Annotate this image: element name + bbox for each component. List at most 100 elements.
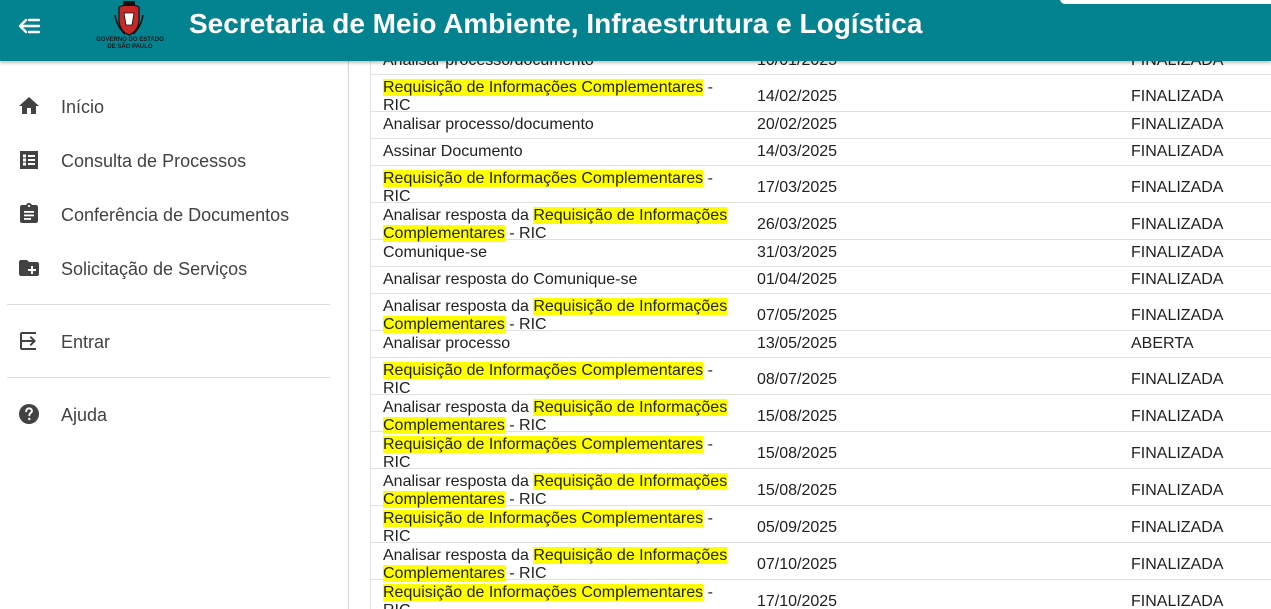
task-name-cell: Analisar processo [383,335,743,353]
task-name-cell: Requisição de Informações Complementares… [383,436,743,472]
table-row: Assinar Documento 14/03/2025 FINALIZADA [371,139,1271,166]
menu-collapse-icon[interactable] [15,13,43,39]
task-date-cell: 15/08/2025 [757,445,838,462]
process-tasks-panel[interactable]: Analisar processo/documento 10/01/2025 FIN… [349,61,1271,609]
task-text: Assinar Documento [383,143,523,160]
sidebar-item-solicitacao-servicos[interactable]: Solicitação de Serviços [0,248,349,288]
task-name-cell: Requisição de Informações Complementares… [383,584,743,609]
task-text: Analisar processo/documento [383,61,594,69]
logo-text-line1: GOVERNO DO ESTADO [96,37,164,43]
header-search-box[interactable] [1060,0,1271,4]
task-name-cell: Analisar resposta do Comunique-se [383,271,743,289]
task-date-cell: 15/08/2025 [757,408,838,425]
process-tasks-table: Analisar processo/documento 10/01/2025 FIN… [370,61,1271,609]
task-status-cell: FINALIZADA [1131,143,1224,160]
task-status-cell: FINALIZADA [1131,593,1224,609]
sidebar-divider [7,304,330,305]
task-status-cell: FINALIZADA [1131,371,1224,388]
sidebar-item-label: Solicitação de Serviços [61,259,248,279]
sidebar-item-inicio[interactable]: Início [0,86,349,126]
task-name-cell: Analisar resposta da Requisição de Infor… [383,207,743,243]
task-status-cell: FINALIZADA [1131,556,1224,573]
task-text: Analisar processo [383,335,511,352]
task-text: Analisar resposta da [383,473,534,490]
task-name-cell: Requisição de Informações Complementares… [383,79,743,115]
task-date-cell: 01/04/2025 [757,271,838,288]
table-row: Analisar processo/documento 10/01/2025 FIN… [371,61,1271,75]
task-name-cell: Requisição de Informações Complementares… [383,362,743,398]
task-status-cell: FINALIZADA [1131,179,1224,196]
table-row: Requisição de Informações Complementares… [371,432,1271,472]
folder-plus-icon [19,260,39,276]
task-date-cell: 17/03/2025 [757,179,838,196]
task-text: Analisar processo/documento [383,116,594,133]
table-row: Requisição de Informações Complementares… [371,580,1271,609]
sidebar-item-entrar[interactable]: Entrar [0,321,349,361]
task-name-cell: Analisar resposta da Requisição de Infor… [383,473,743,509]
task-date-cell: 07/05/2025 [757,307,838,324]
task-date-cell: 20/02/2025 [757,116,838,133]
sidebar-item-label: Conferência de Documentos [61,205,290,225]
search-highlight: Requisição de Informações Complementares [383,170,704,187]
task-name-cell: Comunique-se [383,244,743,262]
task-date-cell: 15/08/2025 [757,482,838,499]
login-icon [20,332,36,350]
task-status-cell: FINALIZADA [1131,216,1224,233]
task-status-cell: FINALIZADA [1131,271,1224,288]
task-status-cell: FINALIZADA [1131,244,1224,261]
sidebar-item-label: Entrar [61,332,111,352]
table-row: Analisar resposta da Requisição de Infor… [371,395,1271,435]
task-name-cell: Analisar resposta da Requisição de Infor… [383,547,743,583]
table-row: Analisar resposta da Requisição de Infor… [371,543,1271,583]
table-row: Analisar resposta do Comunique-se 01/04/2… [371,267,1271,294]
task-status-cell: FINALIZADA [1131,88,1224,105]
logo-text-line2: DE SÃO PAULO [107,44,153,50]
table-row: Requisição de Informações Complementares… [371,75,1271,115]
task-date-cell: 14/02/2025 [757,88,838,105]
table-row: Analisar processo 13/05/2025 ABERTA [371,331,1271,358]
clipboard-icon [20,203,38,223]
sidebar-item-ajuda[interactable]: Ajuda [0,394,349,434]
list-icon [20,151,38,169]
table-row: Analisar resposta da Requisição de Infor… [371,203,1271,243]
task-date-cell: 07/10/2025 [757,556,838,573]
task-name-cell: Assinar Documento [383,143,743,161]
task-date-cell: 05/09/2025 [757,519,838,536]
task-status-cell: ABERTA [1131,335,1194,352]
government-logo[interactable]: GOVERNO DO ESTADO DE SÃO PAULO [86,1,174,53]
task-name-cell: Analisar resposta da Requisição de Infor… [383,399,743,435]
task-text: Analisar resposta da [383,298,534,315]
search-highlight: Requisição de Informações Complementares [383,584,704,601]
task-text: Analisar resposta da [383,547,534,564]
task-text: Analisar resposta da [383,207,534,224]
search-highlight: Requisição de Informações Complementares [383,362,704,379]
logo-text: GOVERNO DO ESTADO DE SÃO PAULO [86,37,174,51]
task-status-cell: FINALIZADA [1131,307,1224,324]
task-date-cell: 08/07/2025 [757,371,838,388]
sidebar-divider [7,377,330,378]
search-highlight: Requisição de Informações Complementares [383,510,704,527]
task-name-cell: Analisar processo/documento [383,61,743,70]
task-name-cell: Requisição de Informações Complementares… [383,170,743,206]
sidebar-item-consulta-processos[interactable]: Consulta de Processos [0,140,349,180]
page-title: Secretaria de Meio Ambiente, Infraestrut… [189,8,923,39]
task-name-cell: Analisar processo/documento [383,116,743,134]
table-row: Analisar resposta da Requisição de Infor… [371,294,1271,333]
task-text: Analisar resposta da [383,399,534,416]
task-status-cell: FINALIZADA [1131,519,1224,536]
task-date-cell: 14/03/2025 [757,143,838,160]
task-status-cell: FINALIZADA [1131,61,1223,70]
task-date-cell: 10/01/2025 [757,61,837,70]
task-date-cell: 26/03/2025 [757,216,838,233]
table-row: Requisição de Informações Complementares… [371,358,1271,398]
task-date-cell: 17/10/2025 [757,593,838,609]
table-row: Requisição de Informações Complementares… [371,166,1271,206]
task-status-cell: FINALIZADA [1131,408,1224,425]
task-date-cell: 31/03/2025 [757,244,838,261]
sidebar: Início Consulta de Processos Conferência… [0,61,349,609]
home-icon [19,97,39,114]
task-status-cell: FINALIZADA [1131,116,1224,133]
task-date-cell: 13/05/2025 [757,335,838,352]
sidebar-item-conferencia-documentos[interactable]: Conferência de Documentos [0,194,349,234]
table-row: Analisar processo/documento 20/02/2025 FIN… [371,112,1271,139]
